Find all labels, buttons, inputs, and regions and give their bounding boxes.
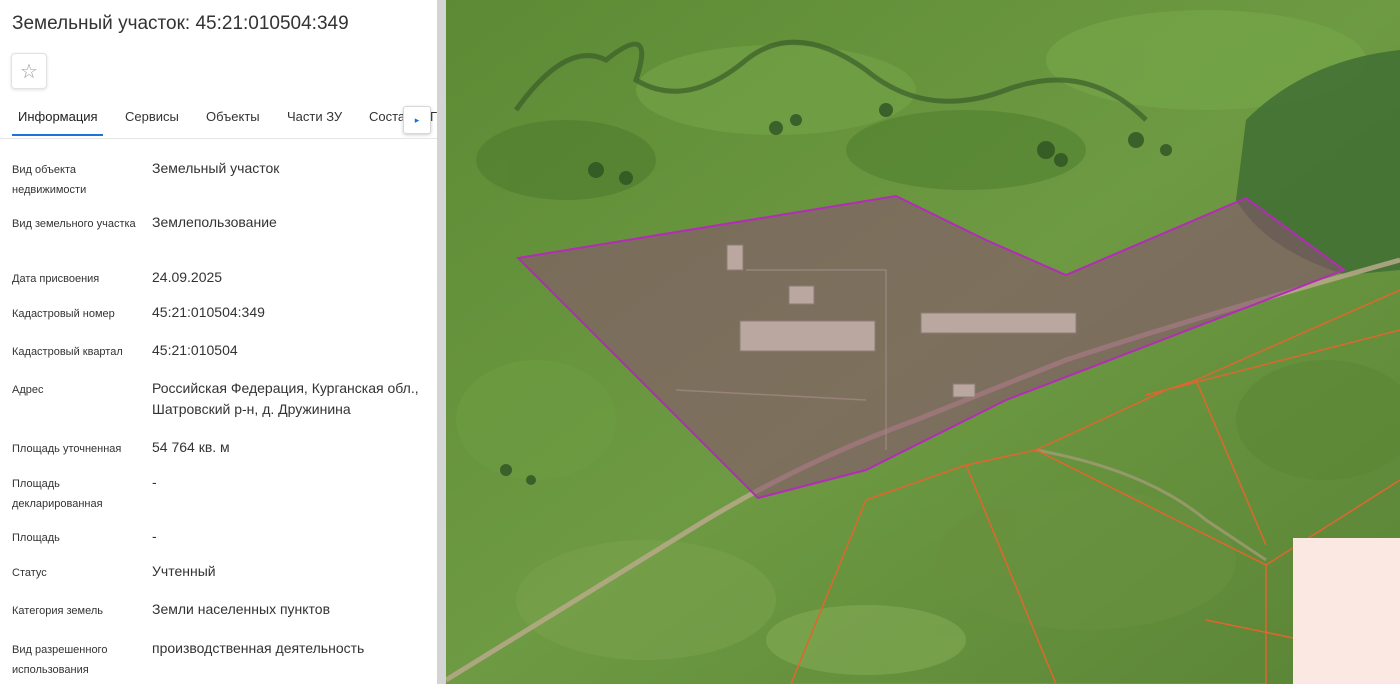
property-label: Вид объекта недвижимости: [12, 164, 87, 196]
tab-parcel-parts[interactable]: Части ЗУ: [287, 109, 342, 124]
neighbor-parcel-fill: [1293, 538, 1400, 684]
property-value: производственная деятельность: [152, 640, 365, 656]
tab-services[interactable]: Сервисы: [125, 109, 179, 124]
favorite-button[interactable]: ☆: [11, 53, 47, 89]
property-value: 24.09.2025: [152, 269, 223, 285]
property-label: Категория земель: [12, 605, 103, 617]
property-label: Вид земельного участка: [12, 218, 136, 230]
caret-right-icon: ▸: [414, 114, 420, 125]
star-outline-icon: ☆: [20, 60, 38, 83]
property-value: 45:21:010504:349: [152, 304, 265, 320]
property-value: 54 764 кв. м: [152, 439, 230, 455]
info-panel: Земельный участок: 45:21:010504:349 ☆ Ин…: [0, 0, 437, 684]
tab-composition[interactable]: Соста: [369, 109, 405, 124]
property-value: -: [152, 474, 157, 490]
property-label: Кадастровый квартал: [12, 346, 123, 358]
property-label: Площадь: [12, 532, 60, 544]
tab-overflow-fragment: Г: [430, 109, 437, 124]
property-label: Площадь декларированная: [12, 478, 103, 510]
tab-objects[interactable]: Объекты: [206, 109, 260, 124]
property-label: Адрес: [12, 384, 44, 396]
property-label: Дата присвоения: [12, 273, 100, 285]
property-value: -: [152, 528, 157, 544]
panel-resize-handle[interactable]: [437, 0, 446, 684]
satellite-map[interactable]: [446, 0, 1400, 684]
property-value: Землепользование: [152, 214, 277, 230]
property-label: Вид разрешенного использования: [12, 644, 108, 676]
property-value: Земли населенных пунктов: [152, 601, 331, 617]
active-tab-indicator: [12, 134, 103, 136]
property-value: Земельный участок: [152, 160, 280, 176]
property-value: 45:21:010504: [152, 342, 238, 358]
tab-information[interactable]: Информация: [18, 109, 98, 124]
property-value: Учтенный: [152, 563, 216, 579]
property-label: Площадь уточненная: [12, 443, 122, 455]
property-label: Статус: [12, 567, 47, 579]
property-label: Кадастровый номер: [12, 308, 115, 320]
page-title: Земельный участок: 45:21:010504:349: [12, 13, 349, 34]
tabs-scroll-right-button[interactable]: ▸: [403, 106, 431, 134]
tab-bar: Информация Сервисы Объекты Части ЗУ Сост…: [0, 104, 437, 139]
property-value: Российская Федерация, Курганская обл., Ш…: [152, 380, 419, 417]
